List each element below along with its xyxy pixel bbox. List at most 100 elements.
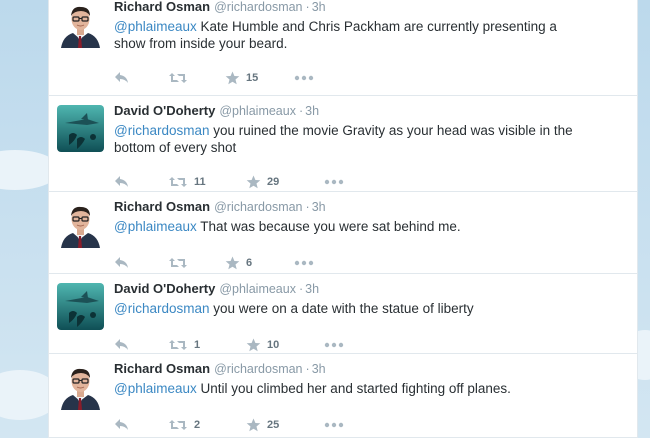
more-button[interactable] [294, 260, 314, 266]
tweet-separator: · [305, 362, 310, 376]
tweet-mention-link[interactable]: @phlaimeaux [114, 219, 197, 234]
reply-icon [114, 256, 130, 270]
tweet-fullname[interactable]: Richard Osman [114, 0, 210, 14]
star-icon [225, 256, 240, 270]
tweet[interactable]: David O'Doherty @phlaimeaux · 3h @richardosm… [49, 96, 637, 192]
tweet-header: Richard Osman @richardosman · 3h [114, 199, 326, 215]
tweet-fullname[interactable]: David O'Doherty [114, 103, 215, 118]
retweet-count: 1 [194, 339, 201, 351]
more-icon [324, 422, 344, 428]
tweet-username[interactable]: @phlaimeaux [219, 104, 296, 118]
tweet-timestamp[interactable]: 3h [305, 282, 319, 296]
favorite-count: 6 [246, 257, 253, 269]
tweet-fullname[interactable]: Richard Osman [114, 199, 210, 214]
avatar[interactable] [57, 201, 104, 248]
star-icon [225, 71, 240, 85]
tweet[interactable]: Richard Osman @richardosman · 3h @phlaimeaux… [49, 0, 637, 96]
tweet-header: Richard Osman @richardosman · 3h [114, 0, 326, 15]
timeline: Richard Osman @richardosman · 3h @phlaimeaux… [48, 0, 638, 438]
tweet-separator: · [298, 104, 304, 118]
retweet-icon [168, 256, 188, 270]
tweet-actions: 1 10 [114, 337, 374, 353]
more-button[interactable] [324, 179, 344, 185]
reply-button[interactable] [114, 175, 130, 189]
retweet-button[interactable]: 2 [168, 418, 200, 432]
favorite-count: 25 [267, 419, 280, 431]
tweet-actions: 15 [114, 70, 374, 86]
favorite-button[interactable]: 6 [225, 256, 252, 270]
reply-button[interactable] [114, 71, 130, 85]
more-icon [294, 75, 314, 81]
avatar[interactable] [57, 283, 104, 330]
tweet-header: Richard Osman @richardosman · 3h [114, 361, 326, 377]
tweet-timestamp[interactable]: 3h [312, 0, 326, 14]
tweet-timestamp[interactable]: 3h [305, 104, 319, 118]
tweet-username[interactable]: @richardosman [214, 0, 302, 14]
star-icon [246, 175, 261, 189]
tweet-timestamp[interactable]: 3h [312, 200, 326, 214]
favorite-button[interactable]: 25 [246, 418, 279, 432]
retweet-count: 11 [194, 176, 206, 188]
retweet-button[interactable]: 1 [168, 338, 200, 352]
more-button[interactable] [294, 75, 314, 81]
favorite-button[interactable]: 15 [225, 71, 258, 85]
retweet-icon [168, 175, 188, 189]
reply-icon [114, 418, 130, 432]
tweet[interactable]: Richard Osman @richardosman · 3h @phlaimeaux… [49, 192, 637, 274]
more-button[interactable] [324, 342, 344, 348]
tweet-separator: · [298, 282, 304, 296]
tweet-mention-link[interactable]: @richardosman [114, 123, 210, 138]
retweet-button[interactable]: 11 [168, 175, 206, 189]
tweet-actions: 11 29 [114, 174, 374, 190]
more-button[interactable] [324, 422, 344, 428]
avatar[interactable] [57, 363, 104, 410]
tweet-fullname[interactable]: Richard Osman [114, 361, 210, 376]
avatar[interactable] [57, 105, 104, 152]
tweet-mention-link[interactable]: @phlaimeaux [114, 19, 197, 34]
avatar[interactable] [57, 1, 104, 48]
retweet-icon [168, 418, 188, 432]
tweet-fullname[interactable]: David O'Doherty [114, 281, 215, 296]
favorite-count: 10 [267, 339, 280, 351]
tweet-text: @phlaimeaux That was because you were sa… [114, 218, 584, 235]
tweet-separator: · [305, 200, 310, 214]
reply-button[interactable] [114, 256, 130, 270]
tweet-body: you were on a date with the statue of li… [209, 301, 474, 316]
tweet-text: @richardosman you ruined the movie Gravi… [114, 122, 584, 156]
tweet-separator: · [305, 0, 310, 14]
tweet-actions: 2 25 [114, 417, 374, 433]
tweet-mention-link[interactable]: @richardosman [114, 301, 210, 316]
favorite-count: 15 [246, 72, 259, 84]
tweet-header: David O'Doherty @phlaimeaux · 3h [114, 281, 319, 297]
tweet-mention-link[interactable]: @phlaimeaux [114, 381, 197, 396]
tweet-text: @phlaimeaux Until you climbed her and st… [114, 380, 584, 397]
star-icon [246, 338, 261, 352]
more-icon [294, 260, 314, 266]
favorite-button[interactable]: 10 [246, 338, 279, 352]
tweet-body: That was because you were sat behind me. [196, 219, 461, 234]
tweet-header: David O'Doherty @phlaimeaux · 3h [114, 103, 319, 119]
more-icon [324, 179, 344, 185]
tweet[interactable]: David O'Doherty @phlaimeaux · 3h @richardosm… [49, 274, 637, 354]
retweet-icon [168, 338, 188, 352]
reply-button[interactable] [114, 338, 130, 352]
star-icon [246, 418, 261, 432]
retweet-icon [168, 71, 188, 85]
tweet[interactable]: Richard Osman @richardosman · 3h @phlaimeaux… [49, 354, 637, 438]
retweet-button[interactable] [168, 71, 194, 85]
tweet-username[interactable]: @richardosman [214, 200, 302, 214]
more-icon [324, 342, 344, 348]
favorite-count: 29 [267, 176, 280, 188]
tweet-username[interactable]: @richardosman [214, 362, 302, 376]
tweet-body: Until you climbed her and started fighti… [196, 381, 511, 396]
retweet-count: 2 [194, 419, 201, 431]
tweet-text: @phlaimeaux Kate Humble and Chris Packha… [114, 18, 584, 52]
tweet-text: @richardosman you were on a date with th… [114, 300, 584, 317]
reply-icon [114, 71, 130, 85]
tweet-timestamp[interactable]: 3h [312, 362, 326, 376]
favorite-button[interactable]: 29 [246, 175, 279, 189]
retweet-button[interactable] [168, 256, 194, 270]
reply-button[interactable] [114, 418, 130, 432]
reply-icon [114, 175, 130, 189]
tweet-username[interactable]: @phlaimeaux [219, 282, 296, 296]
